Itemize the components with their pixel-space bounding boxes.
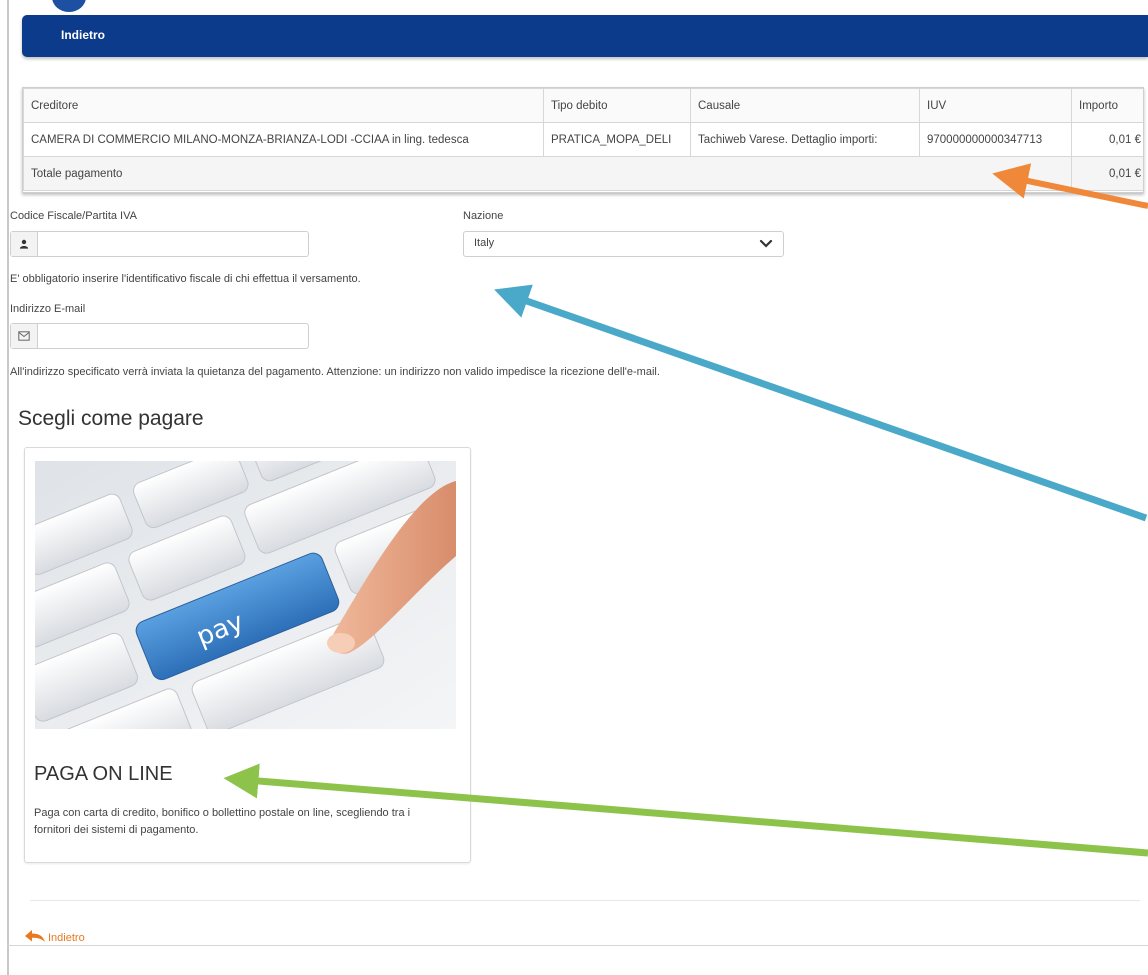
email-label: Indirizzo E-mail [10,303,86,315]
envelope-icon [11,324,38,348]
column-header-iuv: IUV [919,88,1072,123]
total-row: Totale pagamento 0,01 € [23,156,1143,191]
logo-icon [52,0,86,12]
total-value: 0,01 € [1071,156,1143,191]
pay-keyboard-image: pay [12,385,472,793]
annotation-arrow-teal [494,284,1148,522]
total-label: Totale pagamento [23,156,1072,191]
cell-causale: Tachiweb Varese. Dettaglio importi: [690,122,920,157]
nazione-label: Nazione [463,210,504,222]
cell-tipo-debito: PRATICA_MOPA_DELI [543,122,691,157]
column-header-tipo-debito: Tipo debito [543,88,691,123]
cf-input[interactable] [38,232,309,258]
cell-iuv: 970000000000347713 [919,122,1072,157]
divider [30,900,1140,901]
cell-importo: 0,01 € [1071,122,1143,157]
payment-summary-table: Creditore Tipo debito Causale IUV Import… [22,87,1144,193]
section-title: Scegli come pagare [18,407,204,430]
page-bottom-border [7,945,1148,946]
email-input[interactable] [38,324,309,350]
footer-back-label: Indietro [48,931,85,944]
header-back-link[interactable]: Indietro [61,28,105,42]
pay-online-description: Paga con carta di credito, bonifico o bo… [34,807,411,836]
header-bar: Indietro [22,15,1148,57]
page-left-border [7,0,9,975]
email-field [10,323,309,350]
cf-field [10,231,309,258]
pay-online-title: PAGA ON LINE [34,763,173,785]
cell-creditore: CAMERA DI COMMERCIO MILANO-MONZA-BRIANZA… [23,122,544,157]
pay-online-card[interactable]: pay PAGA ON LINE Paga con carta di credi… [12,385,472,863]
chevron-down-icon [759,234,773,254]
column-header-importo: Importo [1071,88,1143,123]
user-icon [11,232,38,256]
cf-required-note: E' obbligatorio inserire l'identificativ… [10,273,361,285]
table-row: CAMERA DI COMMERCIO MILANO-MONZA-BRIANZA… [23,122,1143,157]
table-header-row: Creditore Tipo debito Causale IUV Import… [23,88,1143,123]
nazione-selected-value: Italy [474,237,495,249]
nazione-select[interactable]: Italy [463,231,784,257]
back-arrow-icon [24,928,46,947]
column-header-creditore: Creditore [23,88,544,123]
email-note: All'indirizzo specificato verrà inviata … [10,366,660,378]
column-header-causale: Causale [690,88,920,123]
footer-back-link[interactable]: Indietro [24,928,85,947]
cf-label: Codice Fiscale/Partita IVA [10,210,137,222]
